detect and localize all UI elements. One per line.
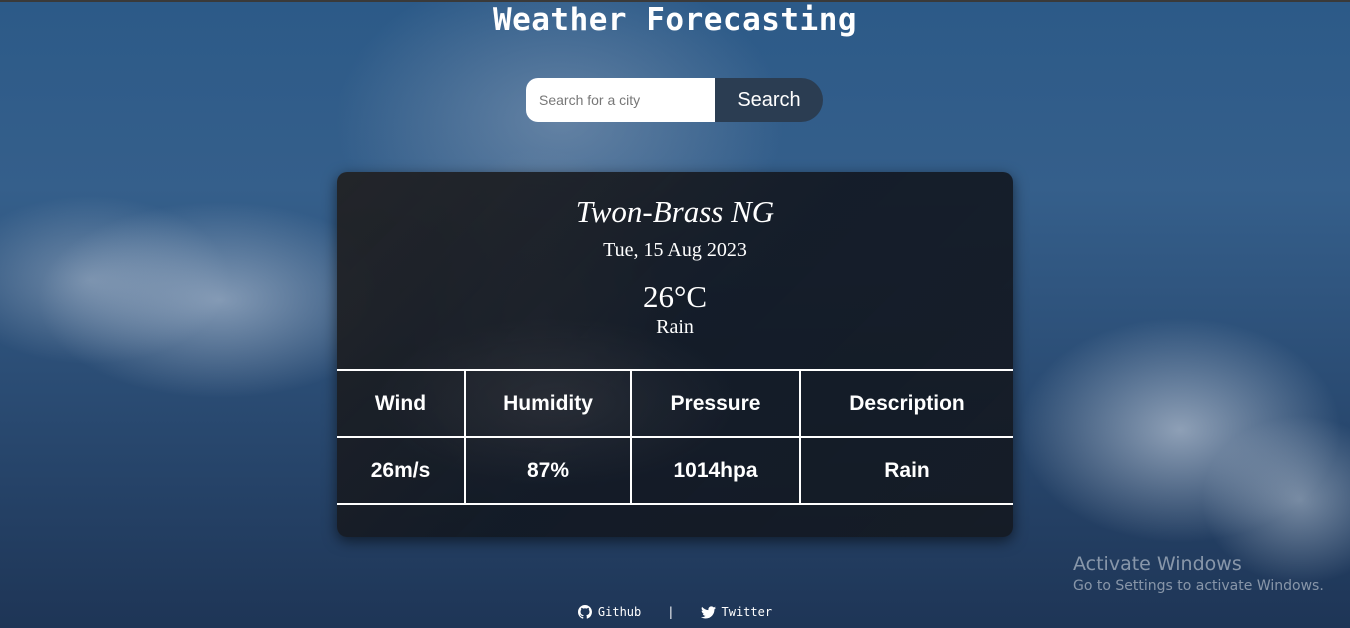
search-button[interactable]: Search [715, 78, 823, 122]
search-form: Search [526, 78, 823, 122]
weather-card: Twon-Brass NG Tue, 15 Aug 2023 26°C Rain… [337, 172, 1013, 537]
twitter-icon [700, 605, 716, 619]
stats-header-row: Wind Humidity Pressure Description [337, 369, 1013, 438]
value-description: Rain [799, 436, 1013, 505]
weather-stats-table: Wind Humidity Pressure Description 26m/s… [337, 369, 1013, 505]
twitter-label: Twitter [721, 605, 773, 619]
github-link[interactable]: Github [577, 605, 642, 619]
github-label: Github [597, 605, 642, 619]
temperature: 26°C [642, 279, 708, 314]
footer-separator: | [667, 605, 675, 619]
header-humidity: Humidity [464, 369, 632, 438]
value-humidity: 87% [464, 436, 632, 505]
activate-windows-title: Activate Windows [1073, 553, 1242, 575]
header-wind: Wind [337, 369, 466, 438]
value-pressure: 1014hpa [630, 436, 801, 505]
city-search-input[interactable] [526, 78, 715, 122]
github-icon [577, 605, 592, 619]
weather-condition: Rain [656, 316, 694, 338]
header-pressure: Pressure [630, 369, 801, 438]
stats-value-row: 26m/s 87% 1014hpa Rain [337, 436, 1013, 505]
header-description: Description [799, 369, 1013, 438]
activate-windows-subtitle: Go to Settings to activate Windows. [1073, 578, 1324, 594]
footer: Github | Twitter [0, 605, 1350, 619]
activate-windows-watermark: Activate Windows Go to Settings to activ… [1073, 553, 1324, 597]
city-name: Twon-Brass NG [575, 194, 775, 229]
value-wind: 26m/s [337, 436, 466, 505]
page-title: Weather Forecasting [492, 2, 858, 38]
forecast-date: Tue, 15 Aug 2023 [603, 239, 747, 261]
twitter-link[interactable]: Twitter [700, 605, 773, 619]
